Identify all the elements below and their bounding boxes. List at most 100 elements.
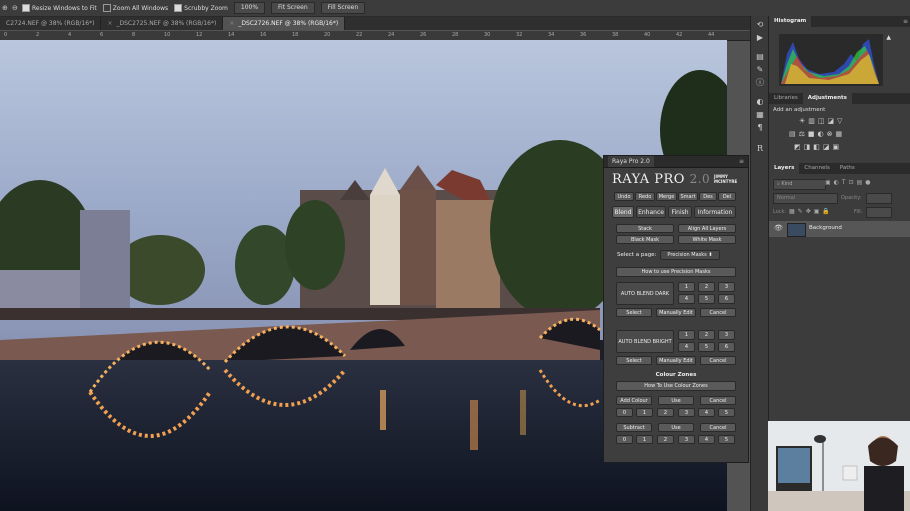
dark-2-button[interactable]: 2 [698, 282, 715, 292]
tab-layers[interactable]: Layers [769, 163, 800, 174]
blend-mode-select[interactable]: Normal [773, 193, 838, 204]
layer-filter-icons[interactable]: ▣◐T⊡▤● [825, 179, 874, 186]
tab-information[interactable]: Information [694, 206, 736, 218]
dark-select-button[interactable]: Select [616, 308, 652, 317]
sub-zone-2-button[interactable]: 2 [657, 435, 674, 444]
info-icon[interactable]: ⓘ [754, 78, 766, 87]
select-page-dropdown[interactable]: Precision Masks ⬍ [660, 250, 720, 260]
properties-icon[interactable]: ◐ [754, 97, 766, 106]
how-colour-zones-button[interactable]: How To Use Colour Zones [616, 381, 736, 391]
tab-adjustments[interactable]: Adjustments [802, 93, 852, 104]
navigator-icon[interactable]: ▤ [754, 52, 766, 61]
bright-2-button[interactable]: 2 [698, 330, 715, 340]
how-precision-masks-button[interactable]: How to use Precision Masks [616, 267, 736, 277]
sub-zone-0-button[interactable]: 0 [616, 435, 633, 444]
resize-windows-option[interactable]: Resize Windows to Fit [22, 4, 97, 12]
bright-3-button[interactable]: 3 [718, 330, 735, 340]
align-all-layers-button[interactable]: Align All Layers [678, 224, 736, 233]
tab-channels[interactable]: Channels [799, 163, 834, 174]
fill-screen-button[interactable]: Fill Screen [320, 2, 366, 14]
zoom-in-icon[interactable]: ⊕ [2, 4, 12, 12]
black-mask-button[interactable]: Black Mask [616, 235, 674, 244]
adjustment-icons-row-1[interactable]: ☀▥◫◪▽ [799, 117, 846, 125]
add-colour-button[interactable]: Add Colour [616, 396, 652, 405]
eye-icon[interactable]: 👁 [774, 224, 783, 232]
del-button[interactable]: Del [718, 192, 736, 201]
bright-4-button[interactable]: 4 [678, 342, 695, 352]
lock-icons[interactable]: ▦✎✥▣🔒 [789, 208, 833, 215]
raya-panel-tab[interactable]: Raya Pro 2.0 [608, 156, 654, 167]
swatches-icon[interactable]: ▦ [754, 110, 766, 119]
sub-zone-4-button[interactable]: 4 [698, 435, 715, 444]
raya-pro-icon[interactable]: R [754, 144, 766, 153]
fill-field[interactable] [866, 207, 892, 218]
tab-dsc2726[interactable]: × _DSC2726.NEF @ 38% (RGB/16*) [223, 17, 346, 30]
dark-1-button[interactable]: 1 [678, 282, 695, 292]
opacity-field[interactable] [866, 193, 892, 204]
stack-button[interactable]: Stack [616, 224, 674, 233]
tab-histogram[interactable]: Histogram [769, 16, 812, 27]
undo-button[interactable]: Undo [614, 192, 634, 201]
bright-cancel-button[interactable]: Cancel [700, 356, 736, 365]
tab-dsc2724[interactable]: C2724.NEF @ 38% (RGB/16*) [0, 17, 102, 30]
character-icon[interactable]: ¶ [754, 123, 766, 132]
dark-cancel-button[interactable]: Cancel [700, 308, 736, 317]
subtract-cancel-button[interactable]: Cancel [700, 423, 736, 432]
bright-6-button[interactable]: 6 [718, 342, 735, 352]
add-zone-4-button[interactable]: 4 [698, 408, 715, 417]
smart-button[interactable]: Smart [678, 192, 698, 201]
checkbox-icon[interactable] [22, 4, 30, 12]
subtract-button[interactable]: Subtract [616, 423, 652, 432]
des-button[interactable]: Des [699, 192, 717, 201]
tab-libraries[interactable]: Libraries [769, 93, 803, 104]
sub-zone-1-button[interactable]: 1 [636, 435, 653, 444]
bright-5-button[interactable]: 5 [698, 342, 715, 352]
adjustment-icons-row-2[interactable]: ▤⚖■◐⊗▦ [789, 130, 845, 138]
checkbox-icon[interactable] [102, 4, 111, 12]
tab-finish[interactable]: Finish [668, 206, 692, 218]
merge-button[interactable]: Merge [656, 192, 677, 201]
add-zone-2-button[interactable]: 2 [657, 408, 674, 417]
dark-3-button[interactable]: 3 [718, 282, 735, 292]
layer-row-background[interactable]: 👁 Background [769, 221, 910, 237]
dark-5-button[interactable]: 5 [698, 294, 715, 304]
zoom-out-icon[interactable]: ⊖ [12, 4, 22, 12]
bright-manually-edit-button[interactable]: Manually Edit [656, 356, 696, 365]
tab-enhance[interactable]: Enhance [636, 206, 666, 218]
subtract-use-button[interactable]: Use [658, 423, 694, 432]
auto-blend-bright-button[interactable]: AUTO BLEND BRIGHT [616, 330, 674, 353]
warning-triangle-icon[interactable]: ▲ [886, 34, 891, 41]
add-cancel-button[interactable]: Cancel [700, 396, 736, 405]
sub-zone-5-button[interactable]: 5 [718, 435, 735, 444]
panel-menu-icon[interactable]: ≡ [739, 158, 744, 165]
add-zone-0-button[interactable]: 0 [616, 408, 633, 417]
panel-menu-icon[interactable]: ≡ [903, 16, 908, 27]
add-zone-3-button[interactable]: 3 [678, 408, 695, 417]
history-icon[interactable]: ⟲ [754, 20, 766, 29]
fit-screen-button[interactable]: Fit Screen [271, 2, 315, 14]
dark-4-button[interactable]: 4 [678, 294, 695, 304]
tab-paths[interactable]: Paths [835, 163, 860, 174]
tab-dsc2725[interactable]: × _DSC2725.NEF @ 38% (RGB/16*) [101, 17, 224, 30]
dark-manually-edit-button[interactable]: Manually Edit [656, 308, 696, 317]
bright-select-button[interactable]: Select [616, 356, 652, 365]
actions-icon[interactable]: ▶ [754, 33, 766, 42]
bright-1-button[interactable]: 1 [678, 330, 695, 340]
tab-blend[interactable]: Blend [612, 206, 634, 218]
add-use-button[interactable]: Use [658, 396, 694, 405]
close-icon[interactable]: × [107, 20, 112, 27]
add-zone-1-button[interactable]: 1 [636, 408, 653, 417]
layer-filter-kind[interactable]: ⌕ Kind [773, 179, 826, 190]
sub-zone-3-button[interactable]: 3 [678, 435, 695, 444]
zoom-100-button[interactable]: 100% [233, 2, 266, 14]
scrubby-zoom-option[interactable]: Scrubby Zoom [174, 4, 228, 12]
redo-button[interactable]: Redo [635, 192, 655, 201]
add-zone-5-button[interactable]: 5 [718, 408, 735, 417]
checkbox-icon[interactable] [174, 4, 183, 12]
adjustment-icons-row-3[interactable]: ◩◨◧◪▣ [794, 143, 842, 151]
raya-panel-header[interactable]: Raya Pro 2.0 ≡ [604, 156, 748, 168]
white-mask-button[interactable]: White Mask [678, 235, 736, 244]
auto-blend-dark-button[interactable]: AUTO BLEND DARK [616, 282, 674, 305]
close-icon[interactable]: × [229, 20, 234, 27]
dark-6-button[interactable]: 6 [718, 294, 735, 304]
